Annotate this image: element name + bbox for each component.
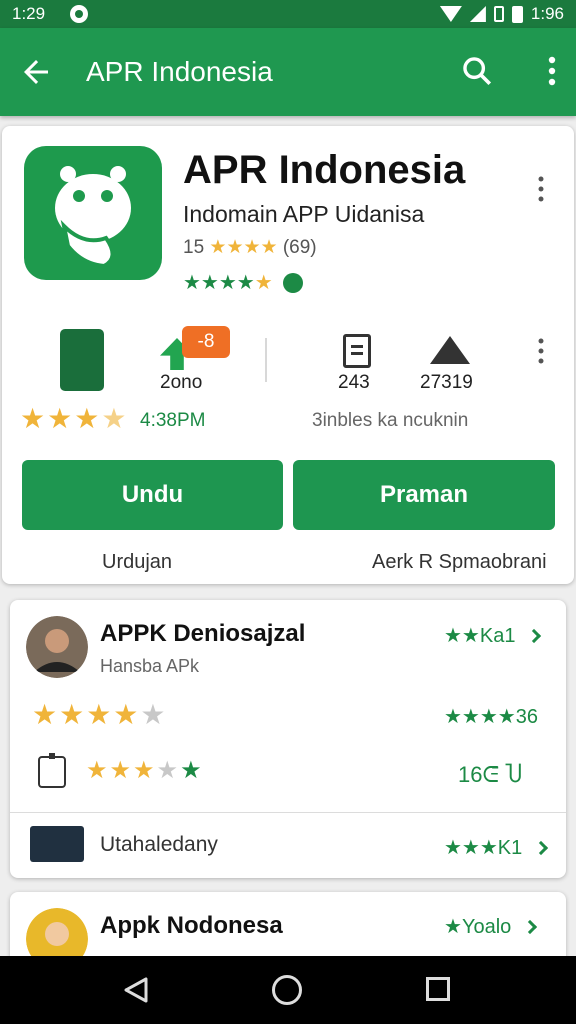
- open-caption: Aerk R Spmaobrani: [372, 551, 547, 573]
- rating-count: (69): [282, 237, 317, 258]
- stars-meta: ★★★★36: [444, 706, 538, 728]
- status-time-right: 1:96: [530, 4, 564, 23]
- status-icons: 1:96: [439, 4, 564, 24]
- update-badge: -8: [182, 326, 230, 358]
- downloads-value: 2ono: [160, 372, 203, 393]
- pages-value: 243: [338, 372, 370, 393]
- nav-recents-icon[interactable]: [426, 977, 450, 1001]
- install-label: Undu: [121, 481, 184, 508]
- status-bar: 1:29 1:96: [0, 0, 576, 28]
- star-icons: ★★★★★: [183, 272, 273, 294]
- thumbnail-image: [30, 826, 84, 862]
- battery-icon: [511, 5, 523, 23]
- app-title: APR Indonesia: [183, 148, 466, 192]
- chevron-right-icon: [534, 840, 549, 855]
- share-icon[interactable]: [282, 272, 303, 293]
- signal-icon: [469, 6, 486, 22]
- user-rating-stars: ★★★★: [20, 403, 129, 434]
- item-meta[interactable]: ★★Ka1: [444, 623, 542, 648]
- item-title[interactable]: APPK Deniosajzal: [100, 620, 305, 648]
- sim-icon: [493, 6, 504, 22]
- app-rating: 15 ★★★★ (69): [183, 236, 317, 259]
- arrow-back-icon[interactable]: [18, 54, 54, 90]
- item-label[interactable]: Utahaledany: [100, 833, 218, 857]
- pages-icon: [343, 334, 371, 368]
- size-value: 27319: [420, 372, 473, 393]
- device-icon: [60, 329, 104, 391]
- meta-stars: ★★Ka1: [444, 625, 516, 647]
- wifi-icon: [439, 6, 462, 22]
- detail-rating-stars: ★★★★★: [86, 757, 204, 784]
- app-subtitle: Indomain APP Uidanisa: [183, 201, 425, 227]
- app-icon: [24, 146, 162, 280]
- stats-divider: [265, 338, 267, 382]
- search-icon[interactable]: [460, 54, 494, 88]
- notification-icon: [70, 5, 88, 23]
- secondary-rating: ★★★★★: [183, 270, 303, 295]
- nav-home-icon[interactable]: [272, 975, 302, 1005]
- info-label: 3inbles ka ncuknin: [312, 410, 469, 431]
- item3-meta[interactable]: ★Yoalo: [444, 914, 538, 939]
- header-more-icon[interactable]: [538, 176, 544, 202]
- nav-back-icon[interactable]: [122, 976, 150, 1004]
- more-vert-icon[interactable]: [548, 56, 556, 86]
- item-rating-stars: ★★★★★: [32, 699, 168, 730]
- status-time: 1:29: [12, 4, 46, 23]
- app-bar: APR Indonesia: [0, 28, 576, 116]
- avatar[interactable]: [26, 616, 88, 678]
- item-subtitle: Hansba APk: [100, 656, 200, 676]
- rating-number: 15: [183, 237, 205, 258]
- system-nav-bar: [0, 956, 576, 1024]
- list-divider: [10, 812, 566, 813]
- item2-meta[interactable]: ★★★K1: [444, 835, 549, 860]
- install-caption: Urdujan: [102, 551, 173, 573]
- chevron-right-icon: [527, 628, 542, 643]
- time-label: 4:38PM: [140, 410, 206, 431]
- rating-stars: ★★★★: [209, 237, 278, 258]
- item3-title[interactable]: Appk Nodonesa: [100, 912, 283, 940]
- mascot-icon: [55, 166, 131, 269]
- chevron-right-icon: [523, 919, 538, 934]
- install-button[interactable]: Undu: [22, 460, 283, 530]
- detail-value: 16ᕮ̄ Ⴎ: [458, 762, 523, 787]
- app-bar-title: APR Indonesia: [86, 56, 273, 87]
- stats-more-icon[interactable]: [538, 338, 544, 364]
- open-label: Praman: [379, 481, 469, 508]
- open-button[interactable]: Praman: [293, 460, 555, 530]
- clipboard-icon: [38, 753, 66, 788]
